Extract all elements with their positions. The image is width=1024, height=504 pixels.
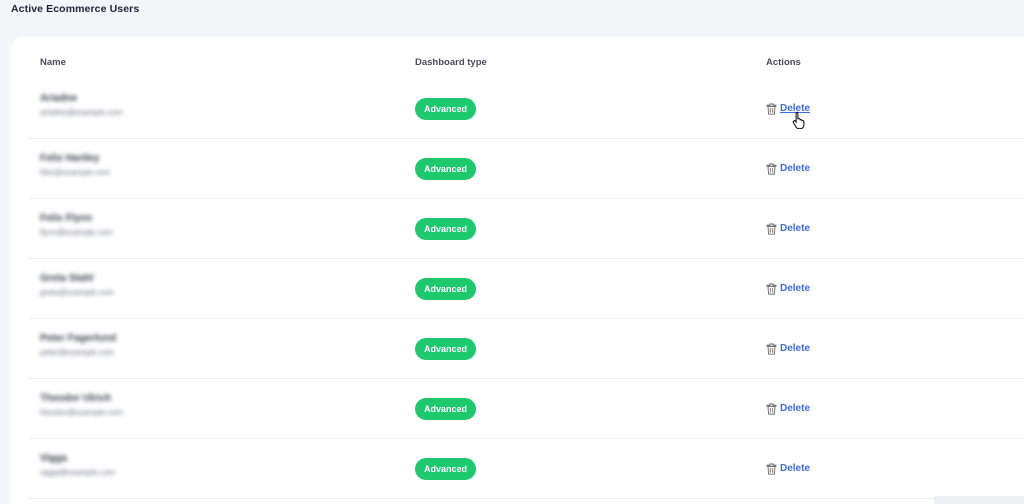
table-row: Peter Fagerlund peter@example.com Advanced…	[29, 319, 1024, 379]
user-name: Vigga	[40, 453, 68, 464]
dashboard-type-badge: Advanced	[415, 278, 477, 300]
delete-button[interactable]: Delete	[780, 163, 810, 174]
delete-button[interactable]: Delete	[780, 463, 810, 474]
row-actions: Delete	[766, 402, 810, 415]
trash-icon[interactable]	[766, 162, 777, 175]
dashboard-type-badge: Advanced	[415, 218, 477, 240]
dashboard-type-badge: Advanced	[415, 398, 477, 420]
user-name: Felix Flynn	[40, 213, 93, 224]
table-header: Name Dashboard type Actions	[11, 37, 1024, 79]
user-name: Peter Fagerlund	[40, 333, 117, 344]
user-name: Theodor Ulrich	[40, 393, 112, 404]
table-row: Theodor Ulrich theodor@example.com Advance…	[29, 379, 1024, 439]
hand-pointer-cursor-icon	[792, 111, 805, 129]
user-email: felix@example.com	[40, 168, 110, 177]
user-email: ariadne@example.com	[40, 108, 123, 117]
user-email: vigga@example.com	[40, 468, 115, 477]
row-actions: Delete	[766, 342, 810, 355]
row-actions: Delete	[766, 282, 810, 295]
trash-icon[interactable]	[766, 102, 777, 115]
table-row: Ariadne ariadne@example.com Advanced Delete	[29, 79, 1024, 139]
corner-shadow	[934, 496, 1024, 504]
user-name: Greta Stahl	[40, 273, 94, 284]
table-row: Greta Stahl greta@example.com Advanced Dele…	[29, 259, 1024, 319]
table-row: Felix Flynn flynn@example.com Advanced Dele…	[29, 199, 1024, 259]
table-row: Vigga vigga@example.com Advanced Delete	[29, 439, 1024, 499]
trash-icon[interactable]	[766, 342, 777, 355]
row-actions: Delete	[766, 462, 810, 475]
header-actions: Actions	[766, 57, 801, 68]
user-email: greta@example.com	[40, 288, 114, 297]
page-title: Active Ecommerce Users	[11, 3, 140, 15]
trash-icon[interactable]	[766, 282, 777, 295]
delete-button[interactable]: Delete	[780, 403, 810, 414]
dashboard-type-badge: Advanced	[415, 158, 477, 180]
table-body: Ariadne ariadne@example.com Advanced Delete…	[11, 79, 1024, 499]
delete-button[interactable]: Delete	[780, 223, 810, 234]
delete-button[interactable]: Delete	[780, 283, 810, 294]
users-table: Name Dashboard type Actions Ariadne ariad…	[11, 37, 1024, 499]
user-name: Felix Hartley	[40, 153, 100, 164]
trash-icon[interactable]	[766, 402, 777, 415]
row-actions: Delete	[766, 222, 810, 235]
user-name: Ariadne	[40, 93, 78, 104]
row-actions: Delete	[766, 162, 810, 175]
dashboard-type-badge: Advanced	[415, 458, 477, 480]
users-card: Name Dashboard type Actions Ariadne ariad…	[11, 37, 1024, 504]
dashboard-type-badge: Advanced	[415, 338, 477, 360]
header-dashboard-type: Dashboard type	[415, 57, 487, 68]
table-row: Felix Hartley felix@example.com Advanced De…	[29, 139, 1024, 199]
header-name: Name	[40, 57, 66, 68]
trash-icon[interactable]	[766, 462, 777, 475]
delete-button[interactable]: Delete	[780, 343, 810, 354]
dashboard-type-badge: Advanced	[415, 98, 477, 120]
user-email: theodor@example.com	[40, 408, 123, 417]
user-email: peter@example.com	[40, 348, 114, 357]
trash-icon[interactable]	[766, 222, 777, 235]
user-email: flynn@example.com	[40, 228, 113, 237]
